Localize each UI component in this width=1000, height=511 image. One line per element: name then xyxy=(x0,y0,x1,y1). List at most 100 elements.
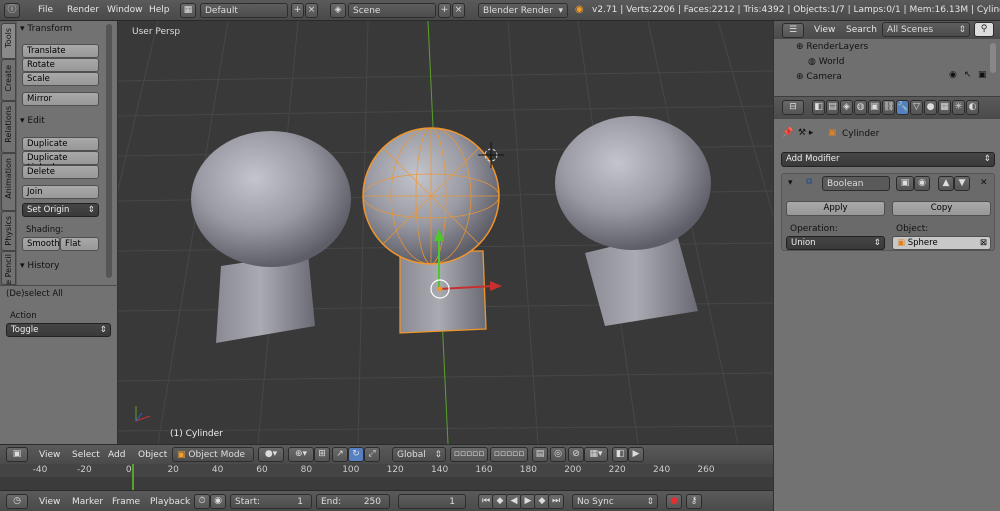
set-origin-dropdown[interactable]: Set Origin ⇕ xyxy=(22,203,99,217)
edit-panel-header[interactable]: ▾ Edit xyxy=(20,116,45,126)
move-down-icon[interactable]: ▼ xyxy=(954,176,970,191)
proportional-edit-icon[interactable]: ◎ xyxy=(550,447,566,462)
move-up-icon[interactable]: ▲ xyxy=(938,176,954,191)
timeline-editor-icon[interactable]: ◷ xyxy=(6,494,28,509)
layers-block-2[interactable]: ▫▫▫▫▫ xyxy=(490,447,528,462)
transform-panel-header[interactable]: ▾ Transform xyxy=(20,24,72,34)
start-frame-field[interactable]: Start: 1 xyxy=(230,494,312,509)
tab-create[interactable]: Create xyxy=(1,59,16,101)
render-anim-icon[interactable]: ▶ xyxy=(628,447,644,462)
jump-end-icon[interactable]: ⏭ xyxy=(548,494,564,509)
menu-window[interactable]: Window xyxy=(107,5,143,15)
search-icon[interactable]: ⚲ xyxy=(974,22,994,37)
visibility-eye-icon[interactable]: ◉ xyxy=(949,70,957,80)
sync-mode-selector[interactable]: No Sync ⇕ xyxy=(572,494,658,509)
flat-button[interactable]: Flat xyxy=(60,237,99,251)
physics-tab-icon[interactable]: ◐ xyxy=(966,100,979,115)
rotate-manipulator-icon[interactable]: ↻ xyxy=(348,447,364,462)
menu-render[interactable]: Render xyxy=(67,5,99,15)
end-frame-field[interactable]: End: 250 xyxy=(316,494,390,509)
delete-button[interactable]: Delete xyxy=(22,165,99,179)
tab-relations[interactable]: Relations xyxy=(1,101,16,153)
record-icon[interactable]: ● xyxy=(666,494,682,509)
render-engine-selector[interactable]: Blender Render ▾ xyxy=(478,3,568,18)
outliner-item-world[interactable]: ◍ World xyxy=(808,57,845,67)
lock-layers-icon[interactable]: ▤ xyxy=(532,447,548,462)
tab-grease-pencil[interactable]: Grease Pencil xyxy=(1,251,16,285)
outliner-scrollbar[interactable] xyxy=(990,43,996,73)
particles-tab-icon[interactable]: ✳ xyxy=(952,100,965,115)
object-tab-icon[interactable]: ▣ xyxy=(868,100,881,115)
menu-select[interactable]: Select xyxy=(72,450,100,460)
snap-icon[interactable]: ⊘ xyxy=(568,447,584,462)
action-dropdown[interactable]: Toggle ⇕ xyxy=(6,323,111,337)
modifier-name-field[interactable]: Boolean xyxy=(822,176,890,191)
clear-object-icon[interactable]: ⊠ xyxy=(980,238,987,248)
add-modifier-dropdown[interactable]: Add Modifier ⇕ xyxy=(781,152,995,167)
layers-tab-icon[interactable]: ▤ xyxy=(826,100,839,115)
duplicate-button[interactable]: Duplicate xyxy=(22,137,99,151)
show-in-render-icon[interactable]: ▣ xyxy=(896,176,914,191)
viewport-shading-icon[interactable]: ●▾ xyxy=(258,447,284,462)
current-frame-field[interactable]: 1 xyxy=(398,494,466,509)
add-scene-icon[interactable]: + xyxy=(438,3,451,18)
translate-button[interactable]: Translate xyxy=(22,44,99,58)
3d-viewport[interactable]: User Persp (1) Cylinder xyxy=(118,21,773,444)
info-editor-icon[interactable]: ⓘ xyxy=(4,3,20,18)
current-frame-indicator[interactable] xyxy=(132,464,134,490)
menu-object[interactable]: Object xyxy=(138,450,167,460)
preview-range-icon[interactable]: ⏱ xyxy=(194,494,210,509)
data-tab-icon[interactable]: ▽ xyxy=(910,100,923,115)
time-lock-icon[interactable]: ◉ xyxy=(210,494,226,509)
selectability-icon[interactable]: ↖ xyxy=(964,70,972,80)
history-panel-header[interactable]: ▾ History xyxy=(20,261,59,271)
rotate-button[interactable]: Rotate xyxy=(22,58,99,72)
scale-button[interactable]: Scale xyxy=(22,72,99,86)
editor-type-icon[interactable]: ▣ xyxy=(6,447,28,462)
menu-timeline-view[interactable]: View xyxy=(39,497,60,507)
remove-modifier-icon[interactable]: ✕ xyxy=(980,178,988,188)
tab-physics[interactable]: Physics xyxy=(1,211,16,251)
world-tab-icon[interactable]: ◍ xyxy=(854,100,867,115)
mesh-left[interactable] xyxy=(191,131,351,343)
smooth-button[interactable]: Smooth xyxy=(22,237,60,251)
outliner-editor-icon[interactable]: ☰ xyxy=(782,23,804,38)
x-arrow-head[interactable] xyxy=(490,281,502,291)
layers-block-1[interactable]: ▫▫▫▫▫ xyxy=(450,447,488,462)
show-in-viewport-icon[interactable]: ◉ xyxy=(914,176,930,191)
mirror-button[interactable]: Mirror xyxy=(22,92,99,106)
copy-button[interactable]: Copy xyxy=(892,201,991,216)
render-icon[interactable]: ◧ xyxy=(612,447,628,462)
apply-button[interactable]: Apply xyxy=(786,201,885,216)
object-field[interactable]: ▣ Sphere ⊠ xyxy=(892,236,991,250)
transform-orientation-selector[interactable]: Global ⇕ xyxy=(392,447,446,462)
constraints-tab-icon[interactable]: ⛓ xyxy=(882,100,895,115)
scale-manipulator-icon[interactable]: ⤢ xyxy=(364,447,380,462)
pivot-point-icon[interactable]: ⊕▾ xyxy=(288,447,314,462)
menu-help[interactable]: Help xyxy=(149,5,170,15)
outliner-search-menu[interactable]: Search xyxy=(846,25,877,35)
outliner-item-camera[interactable]: ⊕ Camera xyxy=(796,72,842,82)
render-tab-icon[interactable]: ◧ xyxy=(812,100,825,115)
screen-layout-icon[interactable]: ▦ xyxy=(180,3,196,18)
tab-tools[interactable]: Tools xyxy=(1,23,16,59)
screen-selector[interactable]: Default xyxy=(200,3,288,18)
texture-tab-icon[interactable]: ▦ xyxy=(938,100,951,115)
pin-icon[interactable]: 📌 xyxy=(782,128,793,138)
tab-animation[interactable]: Animation xyxy=(1,153,16,211)
scene-icon[interactable]: ◈ xyxy=(330,3,346,18)
scene-selector[interactable]: Scene xyxy=(348,3,436,18)
snap-element-icon[interactable]: ▦▾ xyxy=(584,447,608,462)
menu-add[interactable]: Add xyxy=(108,450,125,460)
menu-marker[interactable]: Marker xyxy=(72,497,103,507)
modifiers-wrench-icon[interactable]: 🔧 xyxy=(896,100,909,115)
mode-selector[interactable]: ▣ Object Mode xyxy=(172,447,254,462)
renderability-icon[interactable]: ▣ xyxy=(978,70,987,80)
properties-editor-icon[interactable]: ⊟ xyxy=(782,100,804,115)
keying-set-icon[interactable]: ⚷ xyxy=(686,494,702,509)
remove-screen-icon[interactable]: × xyxy=(305,3,318,18)
scene-tab-icon[interactable]: ◈ xyxy=(840,100,853,115)
display-mode-selector[interactable]: All Scenes ⇕ xyxy=(882,22,970,37)
menu-file[interactable]: File xyxy=(38,5,53,15)
add-screen-icon[interactable]: + xyxy=(291,3,304,18)
